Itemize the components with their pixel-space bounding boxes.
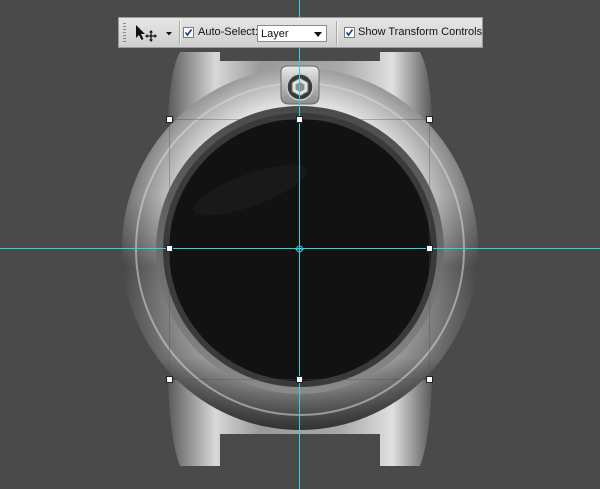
show-transform-controls-label: Show Transform Controls [358,26,483,38]
transform-handle-top-center[interactable] [296,116,303,123]
auto-select-label: Auto-Select: [198,26,258,38]
transform-handle-top-right[interactable] [426,116,433,123]
options-bar: Auto-Select: Layer Show Transform Contro… [118,17,483,48]
show-transform-controls-checkbox[interactable] [344,27,355,38]
transform-handle-bottom-right[interactable] [426,376,433,383]
auto-select-checkbox[interactable] [183,27,194,38]
document-canvas[interactable] [0,0,600,489]
checkmark-icon [345,29,354,37]
toolbar-separator [179,21,180,45]
move-tool-icon [136,25,172,42]
checkmark-icon [184,29,193,37]
transform-handle-middle-right[interactable] [426,245,433,252]
transform-handle-bottom-center[interactable] [296,376,303,383]
chevron-down-icon [166,32,172,36]
tool-preset-picker[interactable] [131,22,177,44]
transform-handle-top-left[interactable] [166,116,173,123]
chevron-down-icon [314,32,322,37]
auto-select-target-dropdown[interactable]: Layer [257,25,327,42]
transform-handle-middle-left[interactable] [166,245,173,252]
options-bar-grip[interactable] [123,23,126,43]
auto-select-target-value: Layer [261,28,289,40]
toolbar-separator [336,21,337,45]
transform-handle-bottom-left[interactable] [166,376,173,383]
